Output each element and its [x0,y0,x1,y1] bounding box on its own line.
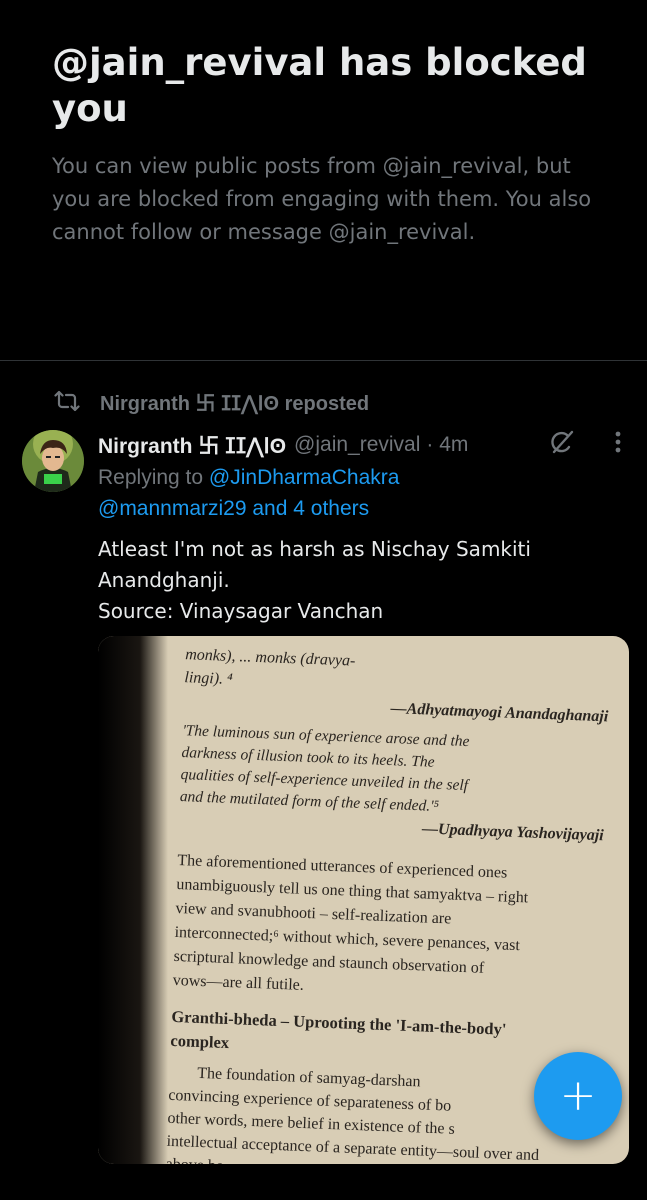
page-quote: 'The luminous sun of experience arose an… [179,720,615,825]
more-icon[interactable] [604,428,632,461]
book-spine-shadow [98,636,168,1164]
reply-user-link[interactable]: @JinDharmaChakra [209,466,400,489]
post-text-line: Atleast I'm not as harsh as Nischay Samk… [98,537,531,561]
blocked-title: @jain_revival has blocked you [52,41,587,130]
reply-others-link[interactable]: @mannmarzi29 and 4 others [98,497,369,520]
compose-plus-icon: + [559,1070,597,1121]
divider [0,360,647,361]
post-text-line: Source: Vinaysagar Vanchan [98,599,384,623]
replying-prefix: Replying to [98,466,209,489]
post-time: · 4m [426,433,469,456]
compose-button[interactable]: + [534,1052,622,1140]
post-header: Nirgranth 卐 ⵊⵊ⋀ⵏʘ @jain_revival · 4m [98,430,468,460]
post-header-icons [548,428,632,461]
blocked-description: You can view public posts from @jain_rev… [52,154,592,244]
post-text: Atleast I'm not as harsh as Nischay Samk… [98,534,618,627]
grok-icon[interactable] [548,428,576,461]
repost-icon [54,389,84,413]
page-paragraph: The aforementioned utterances of experie… [172,849,610,1010]
repost-text: Nirgranth 卐 ⵊⵊ⋀ⵏʘ reposted [100,392,370,415]
avatar[interactable] [22,430,84,492]
post-text-line: Anandghanji. [98,568,230,592]
post-author[interactable]: Nirgranth 卐 ⵊⵊ⋀ⵏʘ [98,430,286,460]
page-heading: Granthi-bheda – Uprooting the 'I-am-the-… [170,1005,605,1070]
replying-to: Replying to @JinDharmaChakra @mannmarzi2… [98,462,618,524]
repost-indicator[interactable]: Nirgranth 卐 ⵊⵊ⋀ⵏʘ reposted [54,386,369,416]
blocked-notice: @jain_revival has blocked you You can vi… [52,40,612,249]
post-handle[interactable]: @jain_revival [294,433,420,457]
